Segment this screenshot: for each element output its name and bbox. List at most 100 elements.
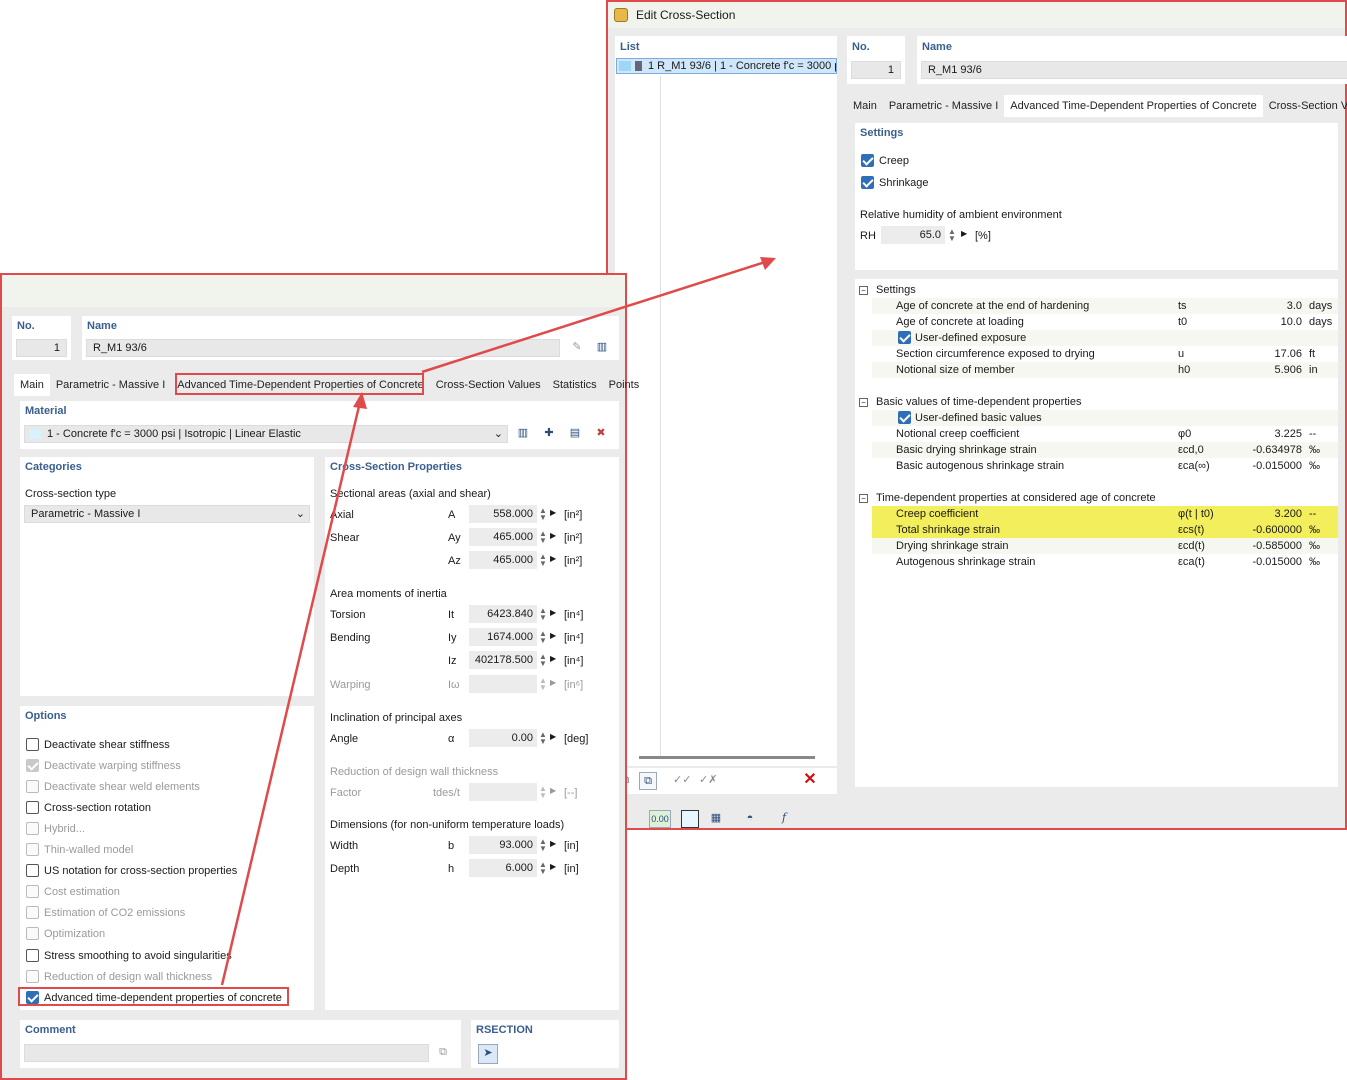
shrinkage-checkbox[interactable] [861,176,874,189]
tab-parametric[interactable]: Parametric - Massive I [50,374,171,396]
tree-row-user-basic[interactable]: User-defined basic values [872,410,1338,426]
settings-group-row[interactable]: − Settings [859,282,1329,298]
comment-input[interactable] [24,1044,429,1062]
tree-row-notional-creep[interactable]: Notional creep coefficient φ0 3.225 -- [872,426,1338,442]
axial-spinner[interactable]: ▲ ▼ [539,507,547,522]
considered-group-row[interactable]: − Time-dependent properties at considered… [859,490,1329,506]
edit-name-icon[interactable]: ✎ [568,339,586,357]
option-checkbox[interactable] [26,843,39,856]
torsion-arrow[interactable]: ▶ [550,608,556,617]
axial-arrow[interactable]: ▶ [550,508,556,517]
delete-material-icon[interactable]: ✖ [592,425,610,443]
units-icon[interactable]: 0.00 [649,810,671,828]
creep-checkbox[interactable] [861,154,874,167]
angle-arrow[interactable]: ▶ [550,732,556,741]
shear-y-arrow[interactable]: ▶ [550,531,556,540]
option-checkbox[interactable] [26,780,39,793]
width-arrow[interactable]: ▶ [550,839,556,848]
name-field[interactable]: R_M1 93/6 [86,339,560,357]
option-checkbox[interactable] [26,906,39,919]
bending-y-input[interactable]: 1674.000 [469,628,537,646]
chevron-down-icon[interactable]: ⌄ [296,506,305,522]
rh-spinner[interactable]: ▲ ▼ [948,228,956,243]
tab-cross-section-values[interactable]: Cross-Section Va [1263,95,1347,117]
width-spinner[interactable]: ▲ ▼ [539,838,547,853]
tree-row-autogenous-shrinkage[interactable]: Autogenous shrinkage strain εca(t) -0.01… [872,554,1338,570]
duplicate-icon[interactable]: ⧉ [639,772,657,790]
color-icon[interactable] [681,810,699,828]
comment-copy-icon[interactable]: ⧉ [434,1044,452,1062]
check-all-icon[interactable]: ✓✓ [673,772,691,790]
tab-main[interactable]: Main [847,95,883,117]
depth-input[interactable]: 6.000 [469,859,537,877]
factor-arrow[interactable]: ▶ [550,786,556,795]
edit-material-icon[interactable]: ▤ [566,425,584,443]
material-select[interactable]: 1 - Concrete f'c = 3000 psi | Isotropic … [24,425,508,443]
axial-input[interactable]: 558.000 [469,505,537,523]
tree-row-circumference[interactable]: Section circumference exposed to drying … [872,346,1338,362]
tree-row-drying-shrinkage[interactable]: Drying shrinkage strain εcd(t) -0.585000… [872,538,1338,554]
rh-input[interactable]: 65.0 [881,226,945,244]
option-checkbox[interactable] [26,801,39,814]
warping-arrow[interactable]: ▶ [550,678,556,687]
formula-icon[interactable]: f [775,810,793,828]
material-library-icon[interactable]: ▥ [514,425,532,443]
option-checkbox[interactable] [26,738,39,751]
user-basic-checkbox[interactable] [898,411,911,424]
shear-z-spinner[interactable]: ▲ ▼ [539,553,547,568]
list-scrollbar[interactable] [639,756,815,759]
factor-spinner[interactable]: ▲ ▼ [539,785,547,800]
option-checkbox[interactable] [26,885,39,898]
bending-z-spinner[interactable]: ▲ ▼ [539,653,547,668]
name-field[interactable]: R_M1 93/6 [921,61,1347,79]
chevron-down-icon[interactable]: ⌄ [494,426,503,442]
angle-input[interactable]: 0.00 [469,729,537,747]
no-field[interactable]: 1 [16,339,67,357]
warping-spinner[interactable]: ▲ ▼ [539,677,547,692]
option-checkbox[interactable] [26,927,39,940]
window-titlebar[interactable]: Edit Cross-Section [608,2,1345,28]
collapse-icon[interactable]: − [859,397,868,407]
list-item[interactable]: 1 R_M1 93/6 | 1 - Concrete f'c = 3000 p [616,58,837,74]
option-checkbox[interactable] [26,949,39,962]
factor-input[interactable] [469,783,537,801]
tab-points[interactable]: Points [603,374,646,396]
width-input[interactable]: 93.000 [469,836,537,854]
new-material-icon[interactable]: ✚ [540,425,558,443]
torsion-spinner[interactable]: ▲ ▼ [539,607,547,622]
tree-row-total-shrinkage[interactable]: Total shrinkage strain εcs(t) -0.600000 … [872,522,1338,538]
shear-z-input[interactable]: 465.000 [469,551,537,569]
tab-parametric[interactable]: Parametric - Massive I [883,95,1004,117]
tab-statistics[interactable]: Statistics [547,374,603,396]
torsion-input[interactable]: 6423.840 [469,605,537,623]
view-icon[interactable]: ◓ [741,810,759,828]
option-checkbox[interactable] [26,864,39,877]
library-icon[interactable]: ▥ [593,339,611,357]
tree-row-auto-basic[interactable]: Basic autogenous shrinkage strain εca(∞)… [872,458,1338,474]
collapse-icon[interactable]: − [859,285,868,295]
option-checkbox[interactable] [26,759,39,772]
depth-arrow[interactable]: ▶ [550,862,556,871]
warping-input[interactable] [469,675,537,693]
tree-row-creep-coefficient[interactable]: Creep coefficient φ(t | t0) 3.200 -- [872,506,1338,522]
tree-row-notional-size[interactable]: Notional size of member h0 5.906 in [872,362,1338,378]
bending-y-arrow[interactable]: ▶ [550,631,556,640]
rsection-icon[interactable]: ➤ [478,1044,498,1064]
option-checkbox[interactable] [26,822,39,835]
collapse-icon[interactable]: − [859,493,868,503]
bending-z-arrow[interactable]: ▶ [550,654,556,663]
rh-arrow[interactable]: ▶ [961,229,967,238]
tree-row-age-loading[interactable]: Age of concrete at loading t0 10.0 days [872,314,1338,330]
tab-advanced-time-dependent[interactable]: Advanced Time-Dependent Properties of Co… [1004,95,1263,117]
bending-y-spinner[interactable]: ▲ ▼ [539,630,547,645]
tree-row-age-hardening[interactable]: Age of concrete at the end of hardening … [872,298,1338,314]
tree-row-drying-basic[interactable]: Basic drying shrinkage strain εcd,0 -0.6… [872,442,1338,458]
depth-spinner[interactable]: ▲ ▼ [539,861,547,876]
tab-cross-section-values[interactable]: Cross-Section Values [430,374,547,396]
uncheck-icon[interactable]: ✓✗ [699,772,717,790]
delete-icon[interactable]: ✕ [801,772,819,790]
shear-y-input[interactable]: 465.000 [469,528,537,546]
user-exposure-checkbox[interactable] [898,331,911,344]
dialog-titlebar[interactable] [2,275,625,307]
basic-group-row[interactable]: − Basic values of time-dependent properti… [859,394,1329,410]
